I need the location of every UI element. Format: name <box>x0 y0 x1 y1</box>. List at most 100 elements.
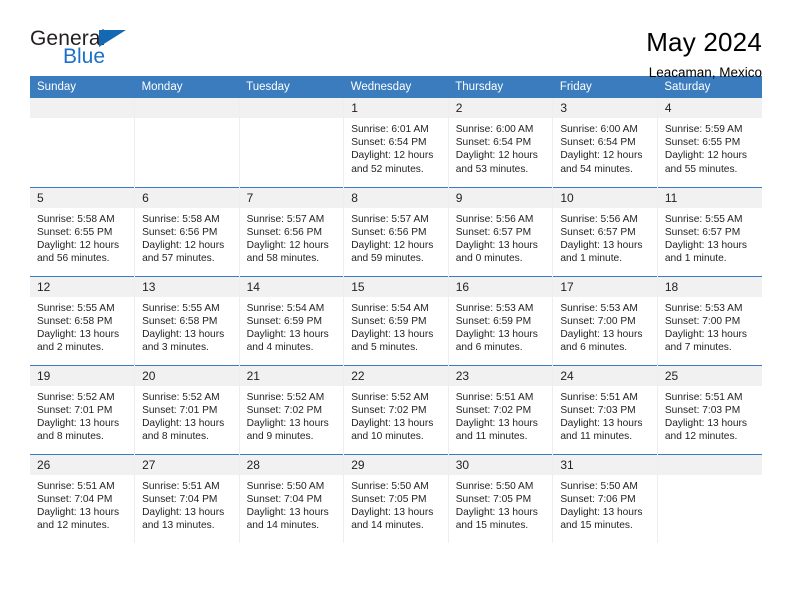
calendar-day-cell[interactable]: 26 Sunrise: 5:51 AM Sunset: 7:04 PM Dayligh… <box>30 453 136 544</box>
calendar-day-cell-empty <box>657 453 762 543</box>
day-number: 19 <box>30 365 135 386</box>
calendar-day-cell[interactable]: 1 Sunrise: 6:01 AM Sunset: 6:54 PM Daylight… <box>343 98 449 187</box>
sunrise-text: Sunrise: 5:54 AM <box>351 302 429 314</box>
daylight-text: Daylight: 13 hours and 3 minutes. <box>142 328 225 354</box>
page-header: General Blue May 2024 Leacaman, Mexico <box>30 0 762 80</box>
day-cell-inner <box>135 98 239 187</box>
day-cell-inner: 14 Sunrise: 5:54 AM Sunset: 6:59 PM Dayligh… <box>239 276 344 365</box>
daylight-text: Daylight: 13 hours and 14 minutes. <box>351 506 434 532</box>
calendar-day-cell[interactable]: 28 Sunrise: 5:50 AM Sunset: 7:04 PM Dayligh… <box>239 453 345 543</box>
calendar-day-cell[interactable]: 21 Sunrise: 5:52 AM Sunset: 7:02 PM Dayligh… <box>239 364 345 454</box>
day-number: 13 <box>135 276 239 297</box>
weekday-header-thursday: Thursday <box>448 76 553 98</box>
day-cell-inner: 5 Sunrise: 5:58 AM Sunset: 6:55 PM Daylight… <box>30 187 135 276</box>
day-number: 3 <box>553 98 657 118</box>
calendar-day-cell[interactable]: 30 Sunrise: 5:50 AM Sunset: 7:05 PM Dayligh… <box>448 453 554 543</box>
day-cell-inner <box>239 98 344 187</box>
calendar-day-cell[interactable]: 29 Sunrise: 5:50 AM Sunset: 7:05 PM Dayligh… <box>343 453 449 544</box>
calendar-day-cell[interactable]: 5 Sunrise: 5:58 AM Sunset: 6:55 PM Daylight… <box>30 186 136 276</box>
daylight-text: Daylight: 13 hours and 0 minutes. <box>455 239 538 265</box>
calendar-day-cell[interactable]: 3 Sunrise: 6:00 AM Sunset: 6:54 PM Daylight… <box>552 98 658 187</box>
day-number: 20 <box>135 365 239 386</box>
day-number: 28 <box>239 454 344 475</box>
sunset-text: Sunset: 6:59 PM <box>246 315 322 327</box>
daylight-text: Daylight: 12 hours and 56 minutes. <box>37 239 120 265</box>
day-cell-inner: 7 Sunrise: 5:57 AM Sunset: 6:56 PM Daylight… <box>239 187 344 276</box>
sunset-text: Sunset: 7:04 PM <box>142 493 218 505</box>
day-cell-inner: 6 Sunrise: 5:58 AM Sunset: 6:56 PM Daylight… <box>135 187 239 276</box>
sunrise-text: Sunrise: 5:57 AM <box>351 213 429 225</box>
day-cell-details: Sunrise: 5:55 AM Sunset: 6:57 PM Daylight:… <box>658 208 762 266</box>
calendar-day-cell[interactable]: 10 Sunrise: 5:56 AM Sunset: 6:57 PM Dayligh… <box>552 186 658 276</box>
day-number: 17 <box>553 276 657 297</box>
sunrise-text: Sunrise: 5:55 AM <box>664 213 743 225</box>
calendar-day-cell[interactable]: 13 Sunrise: 5:55 AM Sunset: 6:58 PM Dayligh… <box>134 275 240 365</box>
sunset-text: Sunset: 7:02 PM <box>455 404 532 416</box>
day-number: 31 <box>553 454 657 475</box>
calendar-day-cell[interactable]: 9 Sunrise: 5:56 AM Sunset: 6:57 PM Daylight… <box>448 186 554 276</box>
day-number: 21 <box>239 365 344 386</box>
calendar-day-cell[interactable]: 18 Sunrise: 5:53 AM Sunset: 7:00 PM Dayligh… <box>657 275 762 365</box>
calendar-day-cell[interactable]: 6 Sunrise: 5:58 AM Sunset: 6:56 PM Daylight… <box>134 186 240 276</box>
daylight-text: Daylight: 13 hours and 13 minutes. <box>142 506 225 532</box>
day-cell-details: Sunrise: 5:51 AM Sunset: 7:03 PM Daylight:… <box>553 386 657 444</box>
day-number: 8 <box>344 187 448 208</box>
calendar-day-cell[interactable]: 7 Sunrise: 5:57 AM Sunset: 6:56 PM Daylight… <box>239 186 345 276</box>
calendar-day-cell[interactable]: 22 Sunrise: 5:52 AM Sunset: 7:02 PM Dayligh… <box>343 364 449 454</box>
sunset-text: Sunset: 6:56 PM <box>142 226 218 238</box>
sunrise-text: Sunrise: 5:53 AM <box>560 302 638 314</box>
sunset-text: Sunset: 6:58 PM <box>37 315 113 327</box>
day-cell-details: Sunrise: 5:50 AM Sunset: 7:05 PM Daylight:… <box>449 475 553 533</box>
calendar-day-cell[interactable]: 31 Sunrise: 5:50 AM Sunset: 7:06 PM Dayligh… <box>552 453 658 543</box>
calendar-day-cell[interactable]: 23 Sunrise: 5:51 AM Sunset: 7:02 PM Dayligh… <box>448 364 554 454</box>
day-cell-details: Sunrise: 5:51 AM Sunset: 7:03 PM Daylight:… <box>658 386 762 444</box>
calendar-day-cell[interactable]: 20 Sunrise: 5:52 AM Sunset: 7:01 PM Dayligh… <box>134 364 240 454</box>
calendar-day-cell[interactable]: 2 Sunrise: 6:00 AM Sunset: 6:54 PM Daylight… <box>448 98 554 187</box>
calendar-day-cell[interactable]: 15 Sunrise: 5:54 AM Sunset: 6:59 PM Dayligh… <box>343 275 449 365</box>
day-cell-inner: 29 Sunrise: 5:50 AM Sunset: 7:05 PM Dayligh… <box>344 454 448 544</box>
sunset-text: Sunset: 7:01 PM <box>142 404 218 416</box>
day-number: 12 <box>30 276 135 297</box>
day-cell-inner: 18 Sunrise: 5:53 AM Sunset: 7:00 PM Dayligh… <box>657 276 762 365</box>
sunset-text: Sunset: 7:04 PM <box>246 493 322 505</box>
day-cell-inner: 26 Sunrise: 5:51 AM Sunset: 7:04 PM Dayligh… <box>30 454 135 544</box>
calendar-day-cell[interactable]: 19 Sunrise: 5:52 AM Sunset: 7:01 PM Dayligh… <box>30 364 136 454</box>
day-cell-inner: 9 Sunrise: 5:56 AM Sunset: 6:57 PM Daylight… <box>448 187 553 276</box>
sunrise-text: Sunrise: 5:52 AM <box>351 391 429 403</box>
calendar-day-cell[interactable]: 27 Sunrise: 5:51 AM Sunset: 7:04 PM Dayligh… <box>134 453 240 543</box>
brand-logo[interactable]: General Blue <box>30 28 150 74</box>
day-cell-inner: 17 Sunrise: 5:53 AM Sunset: 7:00 PM Dayligh… <box>553 276 657 365</box>
calendar-day-cell[interactable]: 4 Sunrise: 5:59 AM Sunset: 6:55 PM Daylight… <box>657 98 762 187</box>
calendar-day-cell[interactable]: 12 Sunrise: 5:55 AM Sunset: 6:58 PM Dayligh… <box>30 275 136 365</box>
day-cell-inner: 25 Sunrise: 5:51 AM Sunset: 7:03 PM Dayligh… <box>657 365 762 454</box>
sunset-text: Sunset: 6:54 PM <box>351 137 427 149</box>
calendar-day-cell[interactable]: 16 Sunrise: 5:53 AM Sunset: 6:59 PM Dayligh… <box>448 275 554 365</box>
daylight-text: Daylight: 12 hours and 58 minutes. <box>246 239 329 265</box>
day-number <box>30 98 135 118</box>
day-cell-inner <box>30 98 135 187</box>
calendar-day-cell[interactable]: 8 Sunrise: 5:57 AM Sunset: 6:56 PM Daylight… <box>343 186 449 276</box>
day-cell-details: Sunrise: 5:57 AM Sunset: 6:56 PM Daylight:… <box>240 208 344 266</box>
day-cell-details: Sunrise: 5:56 AM Sunset: 6:57 PM Daylight:… <box>449 208 553 266</box>
calendar-day-cell[interactable]: 24 Sunrise: 5:51 AM Sunset: 7:03 PM Dayligh… <box>552 364 658 454</box>
day-number: 6 <box>135 187 239 208</box>
sunset-text: Sunset: 6:57 PM <box>664 226 741 238</box>
day-number: 27 <box>135 454 239 475</box>
weekday-header-wednesday: Wednesday <box>343 76 449 98</box>
sunset-text: Sunset: 6:57 PM <box>455 226 532 238</box>
calendar-day-cell[interactable]: 14 Sunrise: 5:54 AM Sunset: 6:59 PM Dayligh… <box>239 275 345 365</box>
day-number: 14 <box>239 276 344 297</box>
day-cell-details: Sunrise: 5:58 AM Sunset: 6:56 PM Daylight:… <box>135 208 239 266</box>
day-number <box>657 454 762 475</box>
daylight-text: Daylight: 13 hours and 1 minute. <box>664 239 747 265</box>
sunrise-text: Sunrise: 5:58 AM <box>37 213 115 225</box>
calendar-day-cell[interactable]: 17 Sunrise: 5:53 AM Sunset: 7:00 PM Dayligh… <box>552 275 658 365</box>
calendar-day-cell[interactable]: 11 Sunrise: 5:55 AM Sunset: 6:57 PM Dayligh… <box>657 186 762 276</box>
day-number: 18 <box>657 276 762 297</box>
sunrise-text: Sunrise: 5:59 AM <box>664 124 743 135</box>
daylight-text: Daylight: 13 hours and 6 minutes. <box>560 328 643 354</box>
day-cell-details: Sunrise: 6:00 AM Sunset: 6:54 PM Daylight:… <box>449 118 553 176</box>
calendar-day-cell[interactable]: 25 Sunrise: 5:51 AM Sunset: 7:03 PM Dayligh… <box>657 364 762 454</box>
sunrise-text: Sunrise: 6:00 AM <box>560 124 638 135</box>
day-number: 25 <box>657 365 762 386</box>
